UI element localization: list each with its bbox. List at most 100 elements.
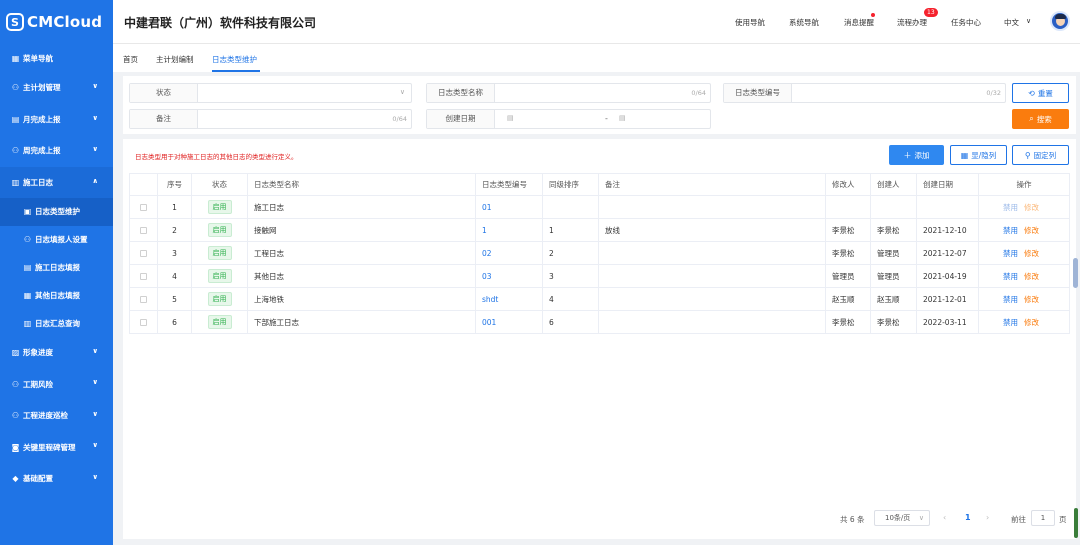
edit-button[interactable]: 修改	[1024, 318, 1039, 327]
edit-button[interactable]: 修改	[1024, 295, 1039, 304]
cell-remark	[598, 264, 826, 288]
header-checkbox-col	[129, 173, 158, 196]
disable-button[interactable]: 禁用	[1003, 249, 1018, 258]
sidebar-subitem-4[interactable]: ▦ 其他日志填报	[0, 281, 113, 309]
cell-sort: 4	[542, 287, 599, 311]
sidebar-item-9[interactable]: ◆ 基础配置 ∨	[0, 463, 113, 495]
goto-page-input[interactable]: 1	[1031, 510, 1055, 526]
sidebar-subitem-label: 施工日志填报	[35, 262, 80, 272]
edit-button[interactable]: 修改	[1024, 272, 1039, 281]
sidebar-item-label: 月完成上报	[23, 114, 61, 124]
tab-home[interactable]: 首页	[123, 54, 138, 65]
table-row[interactable]: 4 启用 其他日志 03 3 管理员 管理员 2021-04-19 禁用 修改	[129, 264, 1070, 288]
status-badge: 启用	[207, 200, 232, 214]
sidebar-item-label: 工程进度巡检	[23, 411, 68, 421]
nav-messages[interactable]: 消息提醒	[844, 17, 874, 28]
row-checkbox[interactable]	[140, 273, 147, 280]
page-number-current[interactable]: 1	[965, 513, 971, 522]
prev-page-icon[interactable]: ‹	[943, 513, 946, 522]
cell-no: 4	[157, 264, 192, 288]
status-label: 状态	[130, 84, 198, 102]
log-type-code-field[interactable]: 日志类型编号 0/32	[723, 83, 1006, 103]
sidebar-item-4[interactable]: ▥ 施工日志 ∧	[0, 166, 113, 198]
scrollbar-thumb[interactable]	[1073, 258, 1078, 288]
row-checkbox[interactable]	[140, 319, 147, 326]
sidebar-item-7[interactable]: ⚇ 工程进度巡检 ∨	[0, 400, 113, 432]
code-link[interactable]: shdt	[482, 295, 498, 304]
sidebar-item-3[interactable]: ⚇ 周完成上报 ∨	[0, 135, 113, 167]
code-link[interactable]: 03	[482, 272, 492, 281]
edit-button[interactable]: 修改	[1024, 203, 1039, 212]
next-page-icon[interactable]: ›	[986, 513, 989, 522]
sidebar-item-6[interactable]: ⚇ 工期风险 ∨	[0, 368, 113, 400]
row-checkbox[interactable]	[140, 296, 147, 303]
add-button[interactable]: ＋ 添加	[889, 145, 944, 165]
table-header-row: 序号 状态 日志类型名称 日志类型编号 同级排序 备注 修改人 创建人 创建日期…	[129, 173, 1070, 196]
sidebar-item-1[interactable]: ⚇ 主计划管理 ∨	[0, 72, 113, 104]
log-type-name-field[interactable]: 日志类型名称 0/64	[426, 83, 711, 103]
code-link[interactable]: 02	[482, 249, 492, 258]
header-remark: 备注	[598, 173, 826, 196]
cell-name: 接触网	[247, 218, 476, 242]
logo[interactable]: S CMCloud	[0, 0, 113, 44]
sidebar-item-label: 形象进度	[23, 348, 53, 358]
sidebar-item-2[interactable]: ▤ 月完成上报 ∨	[0, 104, 113, 136]
table-row[interactable]: 6 启用 下部施工日志 001 6 李景松 李景松 2022-03-11 禁用 修改	[129, 310, 1070, 334]
pin-columns-button[interactable]: ⚲ 固定列	[1012, 145, 1069, 165]
disable-button[interactable]: 禁用	[1003, 203, 1018, 212]
disable-button[interactable]: 禁用	[1003, 226, 1018, 235]
sidebar-subitem-3[interactable]: ▤ 施工日志填报	[0, 254, 113, 282]
cell-create-date: 2021-12-10	[916, 218, 979, 242]
disable-button[interactable]: 禁用	[1003, 272, 1018, 281]
sidebar-items: ⚇ 主计划管理 ∨ ▤ 月完成上报 ∨ ⚇ 周完成上报 ∨ ▥ 施工日志 ∧ ▣ 日志类型维护 ⚇ 日志填报人…	[0, 72, 113, 494]
create-date-range[interactable]: 创建日期 ▤ - ▤	[426, 109, 711, 129]
message-dot-badge	[871, 13, 875, 17]
cell-name: 施工日志	[247, 195, 476, 219]
sidebar-item-label: 周完成上报	[23, 146, 61, 156]
code-link[interactable]: 1	[482, 226, 487, 235]
code-link[interactable]: 001	[482, 318, 496, 327]
reset-button[interactable]: ⟲ 重置	[1012, 83, 1069, 103]
status-badge: 启用	[207, 315, 232, 329]
sidebar-menu-nav[interactable]: ▦ 菜单导航	[0, 44, 113, 72]
row-checkbox[interactable]	[140, 250, 147, 257]
status-select[interactable]: 状态 ∨	[129, 83, 412, 103]
page-size-select[interactable]: 10条/页 ∨	[874, 510, 930, 526]
table-row[interactable]: 3 启用 工程日志 02 2 李景松 管理员 2021-12-07 禁用 修改	[129, 241, 1070, 265]
avatar[interactable]	[1050, 11, 1070, 31]
nav-system-guide[interactable]: 系统导航	[789, 17, 819, 28]
language-select[interactable]: 中文	[1004, 17, 1019, 28]
edit-button[interactable]: 修改	[1024, 249, 1039, 258]
show-hide-columns-button[interactable]: ▦ 显/隐列	[950, 145, 1007, 165]
edit-button[interactable]: 修改	[1024, 226, 1039, 235]
tab-log-type[interactable]: 日志类型维护	[212, 54, 257, 65]
page-size-value: 10条/页	[885, 514, 911, 522]
table-row[interactable]: 1 启用 施工日志 01 禁用 修改	[129, 195, 1070, 219]
nav-usage-guide[interactable]: 使用导航	[735, 17, 765, 28]
chevron-down-icon: ∨	[92, 145, 98, 153]
sidebar-item-8[interactable]: ◙ 关键里程碑管理 ∨	[0, 431, 113, 463]
nav-process[interactable]: 流程办理	[897, 17, 927, 28]
table-row[interactable]: 2 启用 接触网 1 1 放线 李景松 李景松 2021-12-10 禁用 修改	[129, 218, 1070, 242]
sidebar-subitem-1[interactable]: ▣ 日志类型维护	[0, 198, 113, 226]
nav-task-center[interactable]: 任务中心	[951, 17, 981, 28]
sidebar-subitem-2[interactable]: ⚇ 日志填报人设置	[0, 226, 113, 254]
row-checkbox[interactable]	[140, 227, 147, 234]
search-button[interactable]: ⌕ 搜索	[1012, 109, 1069, 129]
sidebar-item-5[interactable]: ▨ 形象进度 ∨	[0, 337, 113, 369]
cell-creator: 李景松	[870, 218, 917, 242]
disable-button[interactable]: 禁用	[1003, 318, 1018, 327]
remark-count: 0/64	[392, 115, 407, 123]
status-badge: 启用	[207, 246, 232, 260]
disable-button[interactable]: 禁用	[1003, 295, 1018, 304]
tab-master-plan[interactable]: 主计划编制	[156, 54, 194, 65]
remark-field[interactable]: 备注 0/64	[129, 109, 412, 129]
scrollbar-thumb-bottom[interactable]	[1074, 508, 1078, 538]
chevron-down-icon: ∨	[92, 378, 98, 387]
code-link[interactable]: 01	[482, 203, 492, 212]
row-checkbox[interactable]	[140, 204, 147, 211]
calendar-icon: ▤	[619, 114, 626, 122]
sidebar-subitem-5[interactable]: ▥ 日志汇总查询	[0, 309, 113, 337]
table-row[interactable]: 5 启用 上海地铁 shdt 4 赵玉顺 赵玉顺 2021-12-01 禁用 修改	[129, 287, 1070, 311]
chevron-down-icon: ∨	[92, 346, 98, 355]
